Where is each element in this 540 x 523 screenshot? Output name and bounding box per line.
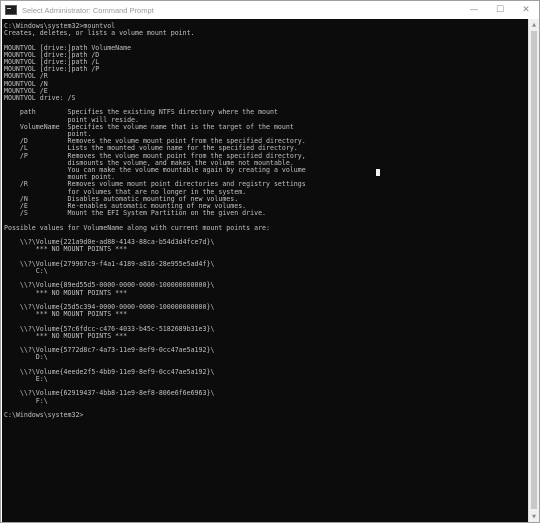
- scroll-up-icon[interactable]: ▲: [529, 19, 539, 30]
- close-button[interactable]: ✕: [513, 1, 539, 19]
- scrollbar-thumb[interactable]: [531, 31, 537, 509]
- command-prompt-window: Select Administrator: Command Prompt — ☐…: [0, 0, 540, 523]
- command-prompt-icon[interactable]: [5, 5, 17, 15]
- maximize-button[interactable]: ☐: [487, 1, 513, 19]
- scroll-down-icon[interactable]: ▼: [529, 511, 539, 522]
- window-controls: — ☐ ✕: [461, 1, 539, 19]
- window-title: Select Administrator: Command Prompt: [22, 5, 154, 15]
- console-output[interactable]: C:\Windows\system32>mountvol Creates, de…: [2, 19, 529, 419]
- console-area[interactable]: C:\Windows\system32>mountvol Creates, de…: [2, 19, 529, 522]
- title-bar[interactable]: Select Administrator: Command Prompt — ☐…: [1, 1, 539, 19]
- minimize-button[interactable]: —: [461, 1, 487, 19]
- vertical-scrollbar[interactable]: ▲ ▼: [528, 19, 539, 522]
- text-cursor: [376, 169, 380, 176]
